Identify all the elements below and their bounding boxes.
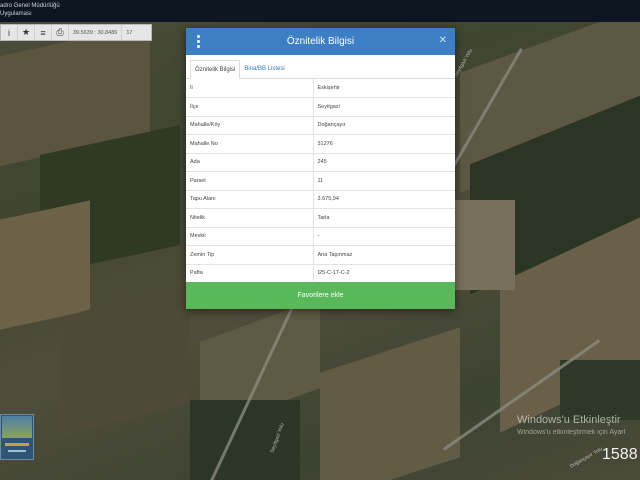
attribute-value: Tarla — [313, 208, 455, 228]
attribute-key: Parsel — [186, 171, 314, 191]
attribute-key: Nitelik — [186, 208, 314, 228]
app-name: Uygulaması — [0, 11, 32, 17]
table-row: İl Eskişehir — [186, 79, 455, 98]
attribute-value: Seyitgazi — [313, 97, 455, 117]
table-row: İlçe Seyitgazi — [186, 97, 455, 117]
tab-attributes[interactable]: Öznitelik Bilgisi — [190, 60, 241, 79]
attribute-key: Mevkii — [186, 227, 314, 246]
org-name: adro Genel Müdürlüğü — [0, 3, 60, 9]
zoom-level: 17 — [126, 29, 133, 36]
attribute-key: Mahalle/Köy — [186, 116, 314, 135]
table-row: Tapu Alanı 3.675,94 — [186, 190, 455, 209]
attribute-value: 245 — [313, 153, 455, 172]
attribute-key: Pafta — [186, 264, 314, 283]
table-row: Mahalle No 31276 — [186, 134, 455, 154]
table-row: Mevkii - — [186, 227, 455, 246]
info-icon[interactable]: i — [1, 25, 18, 40]
attribute-value: Ana Taşınmaz — [313, 245, 455, 265]
attribute-table: İl Eskişehir İlçe Seyitgazi Mahalle/Köy Doğan… — [186, 79, 455, 283]
table-row: Zemin Tip Ana Taşınmaz — [186, 245, 455, 265]
dialog-header: Öznitelik Bilgisi ✕ — [186, 28, 455, 55]
tab-building-list[interactable]: Bina/BB Listesi — [240, 59, 288, 78]
print-icon[interactable]: ⎙ — [52, 25, 69, 40]
attribute-value: 31276 — [313, 134, 455, 154]
attribute-key: Ada — [186, 153, 314, 172]
add-favorite-button[interactable]: Favorilere ekle — [186, 282, 455, 309]
map-toolbar: i ★ ≡ ⎙ 39.5639 : 30.8486 17 — [0, 24, 152, 41]
attribute-dialog: Öznitelik Bilgisi ✕ Öznitelik Bilgisi Bi… — [186, 28, 455, 309]
dialog-tabs: Öznitelik Bilgisi Bina/BB Listesi — [186, 55, 455, 79]
coordinate-readout: 39.5639 : 30.8486 — [69, 25, 123, 40]
menu-icon[interactable]: ≡ — [35, 25, 52, 40]
attribute-value: Doğançayır — [313, 116, 455, 135]
attribute-key: İl — [186, 79, 314, 98]
attribute-value: Eskişehir — [313, 79, 455, 98]
app-logo — [0, 414, 34, 460]
app-header: adro Genel Müdürlüğü Uygulaması — [0, 0, 640, 22]
attribute-key: Mahalle No — [186, 134, 314, 154]
attribute-value: 3.675,94 — [313, 190, 455, 209]
dialog-title: Öznitelik Bilgisi — [286, 36, 355, 47]
close-icon[interactable]: ✕ — [439, 35, 447, 46]
attribute-value: I25-C-17-C-2 — [313, 264, 455, 283]
table-row: Mahalle/Köy Doğançayır — [186, 116, 455, 135]
activation-title: Windows'u Etkinleştir — [517, 414, 621, 426]
attribute-value: 11 — [313, 171, 455, 191]
kebab-menu-icon[interactable] — [196, 35, 200, 48]
star-icon[interactable]: ★ — [18, 25, 35, 40]
attribute-key: Tapu Alanı — [186, 190, 314, 209]
road-label: Doğançayır Yolu — [568, 446, 604, 470]
attribute-value: - — [313, 227, 455, 246]
attribute-key: Zemin Tip — [186, 245, 314, 265]
counter-text: 1588 — [602, 446, 638, 463]
table-row: Parsel 11 — [186, 171, 455, 191]
table-row: Ada 245 — [186, 153, 455, 172]
attribute-key: İlçe — [186, 97, 314, 117]
activation-subtitle: Windows'u etkinleştirmek için Ayarl — [517, 429, 626, 436]
table-row: Nitelik Tarla — [186, 208, 455, 228]
table-row: Pafta I25-C-17-C-2 — [186, 264, 455, 283]
